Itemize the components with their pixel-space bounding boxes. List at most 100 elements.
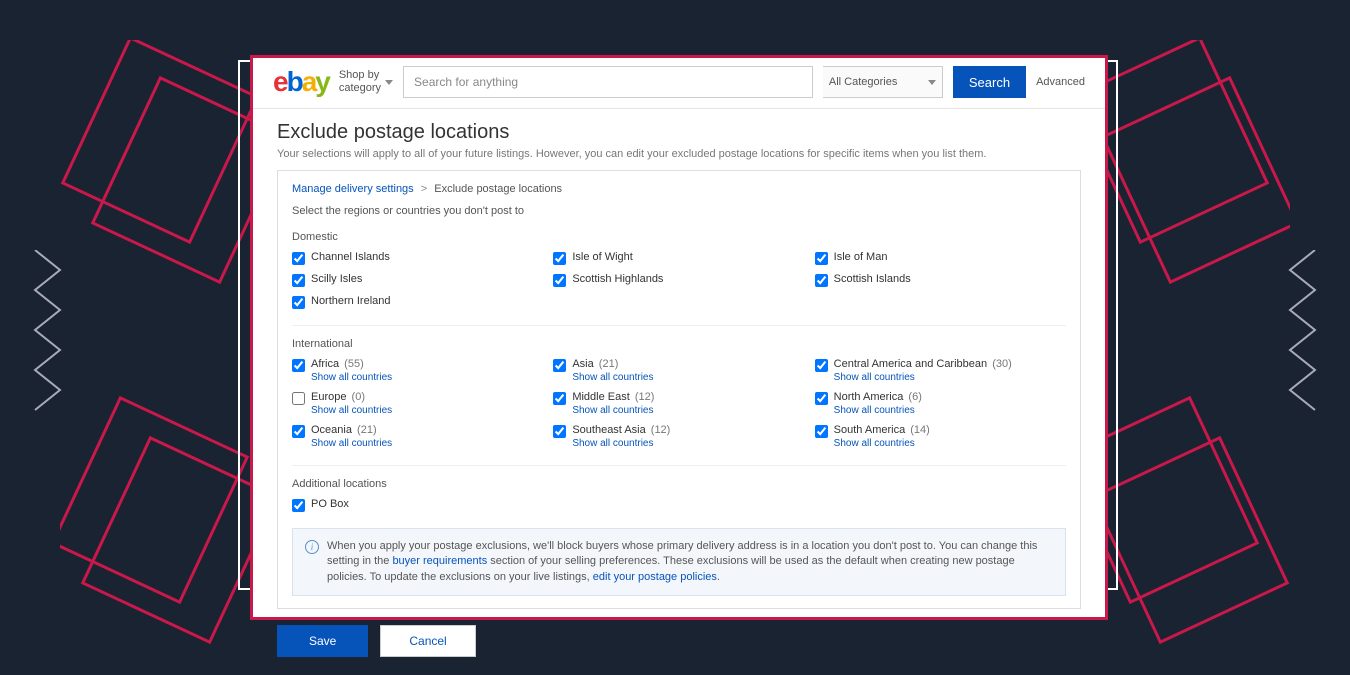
checkbox-item: Europe (0) Show all countries [292, 391, 543, 416]
search-button[interactable]: Search [953, 66, 1026, 98]
checkbox-item: Oceania (21) Show all countries [292, 424, 543, 449]
checkbox-item: Isle of Man [815, 251, 1066, 265]
cancel-button[interactable]: Cancel [380, 625, 475, 657]
show-all-countries-link[interactable]: Show all countries [572, 405, 654, 416]
checkbox-item: Africa (55) Show all countries [292, 358, 543, 383]
shop-by-category[interactable]: Shop by category [339, 69, 393, 95]
checkbox-item: Scottish Islands [815, 273, 1066, 287]
info-icon: i [305, 540, 319, 554]
checkbox-label: Southeast Asia [572, 424, 645, 436]
show-all-countries-link[interactable]: Show all countries [311, 372, 392, 383]
checkbox-item: Scilly Isles [292, 273, 543, 287]
checkbox-label: Scottish Islands [834, 273, 911, 285]
breadcrumb-current: Exclude postage locations [434, 183, 562, 195]
location-checkbox[interactable] [292, 296, 305, 309]
checkbox-label: Isle of Man [834, 251, 888, 263]
breadcrumb: Manage delivery settings > Exclude posta… [292, 183, 1066, 195]
info-text: When you apply your postage exclusions, … [327, 539, 1053, 585]
checkbox-count: (30) [989, 358, 1012, 370]
checkbox-count: (21) [596, 358, 619, 370]
button-row: Save Cancel [277, 625, 1081, 657]
location-checkbox[interactable] [815, 274, 828, 287]
search-input[interactable] [403, 66, 813, 98]
edit-postage-policies-link[interactable]: edit your postage policies [593, 571, 717, 583]
breadcrumb-parent[interactable]: Manage delivery settings [292, 183, 414, 195]
categories-select[interactable]: All Categories [823, 66, 943, 98]
divider [292, 465, 1066, 466]
instruction-text: Select the regions or countries you don'… [292, 205, 1066, 217]
checkbox-label: Scottish Highlands [572, 273, 663, 285]
checkbox-item: Northern Ireland [292, 295, 543, 309]
show-all-countries-link[interactable]: Show all countries [834, 372, 1012, 383]
settings-box: Manage delivery settings > Exclude posta… [277, 170, 1081, 609]
checkbox-item: Southeast Asia (12) Show all countries [553, 424, 804, 449]
info-box: i When you apply your postage exclusions… [292, 528, 1066, 596]
checkbox-count: (55) [341, 358, 364, 370]
checkbox-count: (12) [632, 391, 655, 403]
shop-by-line1: Shop by [339, 69, 381, 82]
save-button[interactable]: Save [277, 625, 368, 657]
checkbox-count: (12) [648, 424, 671, 436]
location-checkbox[interactable] [553, 252, 566, 265]
show-all-countries-link[interactable]: Show all countries [834, 438, 930, 449]
checkbox-label: Central America and Caribbean [834, 358, 987, 370]
location-checkbox[interactable] [815, 392, 828, 405]
checkbox-label: Africa [311, 358, 339, 370]
checkbox-count: (21) [354, 424, 377, 436]
location-checkbox[interactable] [553, 359, 566, 372]
checkbox-label: Scilly Isles [311, 273, 362, 285]
checkbox-label: Europe [311, 391, 346, 403]
checkbox-label: Channel Islands [311, 251, 390, 263]
checkbox-item: Asia (21) Show all countries [553, 358, 804, 383]
location-checkbox[interactable] [292, 252, 305, 265]
checkbox-count: (14) [907, 424, 930, 436]
shop-by-line2: category [339, 82, 381, 95]
checkbox-label: South America [834, 424, 906, 436]
location-checkbox[interactable] [815, 425, 828, 438]
checkbox-label: Asia [572, 358, 593, 370]
chevron-down-icon [385, 80, 393, 85]
checkbox-item: Central America and Caribbean (30) Show a… [815, 358, 1066, 383]
checkbox-count: (6) [905, 391, 922, 403]
show-all-countries-link[interactable]: Show all countries [311, 405, 392, 416]
page-title: Exclude postage locations [277, 121, 1081, 144]
location-checkbox[interactable] [292, 499, 305, 512]
content: Exclude postage locations Your selection… [253, 109, 1105, 669]
location-checkbox[interactable] [292, 425, 305, 438]
location-checkbox[interactable] [815, 252, 828, 265]
checkbox-item: Channel Islands [292, 251, 543, 265]
international-label: International [292, 338, 1066, 350]
main-panel: ebay Shop by category All Categories Sea… [250, 55, 1108, 620]
ebay-logo[interactable]: ebay [273, 66, 329, 98]
checkbox-item: PO Box [292, 498, 543, 512]
show-all-countries-link[interactable]: Show all countries [572, 372, 653, 383]
location-checkbox[interactable] [553, 274, 566, 287]
checkbox-count: (0) [348, 391, 365, 403]
domestic-grid: Channel Islands Isle of Wight Isle of Man S… [292, 251, 1066, 309]
checkbox-label: Middle East [572, 391, 629, 403]
checkbox-label: Oceania [311, 424, 352, 436]
location-checkbox[interactable] [815, 359, 828, 372]
advanced-link[interactable]: Advanced [1036, 76, 1085, 88]
checkbox-item: Middle East (12) Show all countries [553, 391, 804, 416]
location-checkbox[interactable] [292, 392, 305, 405]
show-all-countries-link[interactable]: Show all countries [311, 438, 392, 449]
checkbox-label: Northern Ireland [311, 295, 391, 307]
checkbox-item: North America (6)Show all countries [815, 391, 1066, 416]
header: ebay Shop by category All Categories Sea… [253, 58, 1105, 109]
location-checkbox[interactable] [292, 274, 305, 287]
international-grid: Africa (55) Show all countries Asia (21) Sh… [292, 358, 1066, 449]
categories-label: All Categories [829, 76, 897, 88]
breadcrumb-sep: > [421, 183, 427, 195]
checkbox-item: Scottish Highlands [553, 273, 804, 287]
location-checkbox[interactable] [553, 392, 566, 405]
show-all-countries-link[interactable]: Show all countries [834, 405, 922, 416]
chevron-down-icon [928, 80, 936, 85]
buyer-requirements-link[interactable]: buyer requirements [392, 555, 487, 567]
checkbox-label: Isle of Wight [572, 251, 633, 263]
checkbox-label: PO Box [311, 498, 349, 510]
location-checkbox[interactable] [292, 359, 305, 372]
checkbox-item: South America (14) Show all countries [815, 424, 1066, 449]
show-all-countries-link[interactable]: Show all countries [572, 438, 670, 449]
location-checkbox[interactable] [553, 425, 566, 438]
